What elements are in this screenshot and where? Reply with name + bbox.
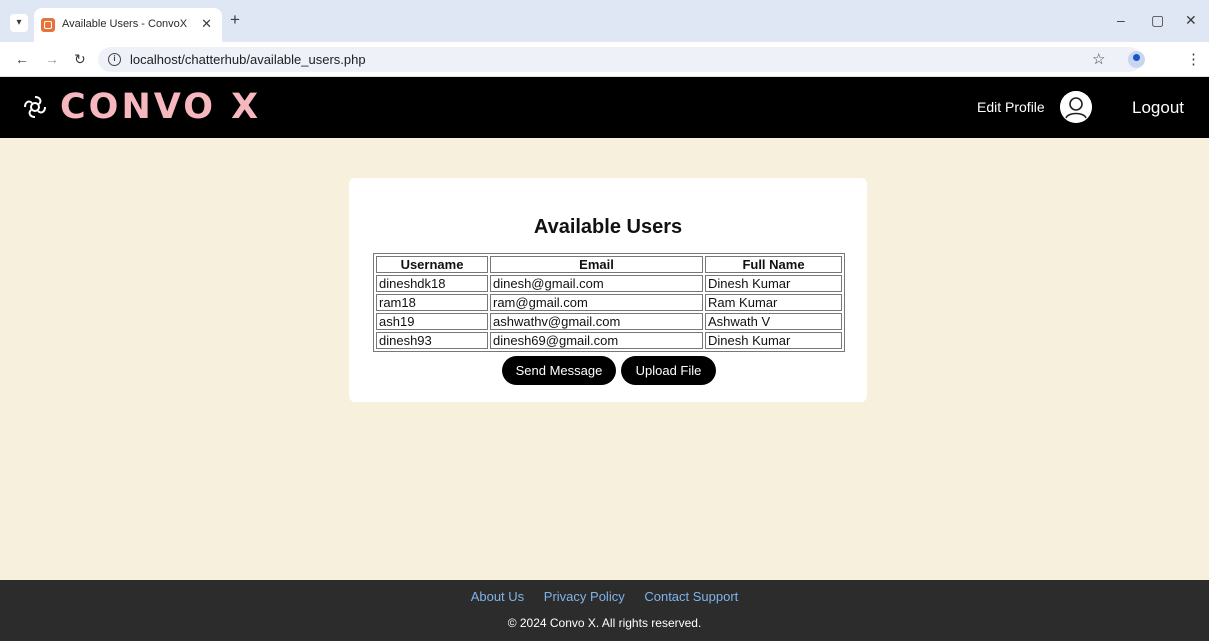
tab-title: Available Users - ConvoX <box>62 18 188 30</box>
logo-icon <box>24 96 46 118</box>
table-row[interactable]: dineshdk18 dinesh@gmail.com Dinesh Kumar <box>376 275 842 292</box>
site-header: CONVO X Edit Profile Logout <box>0 77 1209 138</box>
more-options-icon[interactable]: ⋮ <box>1186 50 1201 68</box>
back-icon[interactable]: ← <box>15 51 29 67</box>
username-cell: dinesh93 <box>376 332 488 349</box>
logout-link[interactable]: Logout <box>1132 98 1184 118</box>
email-cell: ashwathv@gmail.com <box>490 313 703 330</box>
full-name-cell: Dinesh Kumar <box>705 332 842 349</box>
address-bar[interactable]: i localhost/chatterhub/available_users.p… <box>98 47 1142 72</box>
new-tab-icon[interactable]: + <box>230 10 240 30</box>
available-users-card: Available Users Username Email Full Name… <box>349 178 867 402</box>
footer-links: About Us Privacy Policy Contact Support <box>0 589 1209 604</box>
users-table: Username Email Full Name dineshdk18 dine… <box>373 253 845 352</box>
close-window-icon[interactable]: ✕ <box>1185 12 1197 29</box>
email-cell: dinesh@gmail.com <box>490 275 703 292</box>
table-row[interactable]: dinesh93 dinesh69@gmail.com Dinesh Kumar <box>376 332 842 349</box>
bookmark-star-icon[interactable]: ☆ <box>1092 50 1105 68</box>
column-header-email: Email <box>490 256 703 273</box>
send-message-button[interactable]: Send Message <box>502 356 616 385</box>
url-text[interactable]: localhost/chatterhub/available_users.php <box>130 52 366 67</box>
full-name-cell: Ashwath V <box>705 313 842 330</box>
browser-tab-strip: ▾ Available Users - ConvoX ✕ + – ▢ ✕ <box>0 0 1209 42</box>
about-us-link[interactable]: About Us <box>471 589 524 604</box>
full-name-cell: Dinesh Kumar <box>705 275 842 292</box>
favicon-icon <box>41 18 55 32</box>
browser-tab[interactable]: Available Users - ConvoX ✕ <box>34 8 222 42</box>
minimize-icon[interactable]: – <box>1117 12 1125 28</box>
tab-search-icon[interactable]: ▾ <box>10 14 28 32</box>
browser-toolbar: ← → ↻ i localhost/chatterhub/available_u… <box>0 42 1209 77</box>
page-title: Available Users <box>533 216 683 238</box>
edit-profile-link[interactable]: Edit Profile <box>977 99 1045 115</box>
privacy-policy-link[interactable]: Privacy Policy <box>544 589 625 604</box>
reload-icon[interactable]: ↻ <box>74 51 86 68</box>
column-header-full-name: Full Name <box>705 256 842 273</box>
forward-icon[interactable]: → <box>45 51 59 67</box>
upload-file-button[interactable]: Upload File <box>621 356 716 385</box>
column-header-username: Username <box>376 256 488 273</box>
copyright-text: © 2024 Convo X. All rights reserved. <box>507 616 702 630</box>
table-row[interactable]: ram18 ram@gmail.com Ram Kumar <box>376 294 842 311</box>
full-name-cell: Ram Kumar <box>705 294 842 311</box>
site-footer: About Us Privacy Policy Contact Support … <box>0 580 1209 641</box>
table-header-row: Username Email Full Name <box>376 256 842 273</box>
email-cell: dinesh69@gmail.com <box>490 332 703 349</box>
site-info-icon[interactable]: i <box>108 53 121 66</box>
avatar-icon[interactable] <box>1060 91 1092 123</box>
username-cell: ash19 <box>376 313 488 330</box>
username-cell: dineshdk18 <box>376 275 488 292</box>
username-cell: ram18 <box>376 294 488 311</box>
table-row[interactable]: ash19 ashwathv@gmail.com Ashwath V <box>376 313 842 330</box>
contact-support-link[interactable]: Contact Support <box>644 589 738 604</box>
email-cell: ram@gmail.com <box>490 294 703 311</box>
close-tab-icon[interactable]: ✕ <box>201 16 212 32</box>
profile-icon[interactable] <box>1128 51 1145 68</box>
logo-text[interactable]: CONVO X <box>60 87 261 127</box>
restore-icon[interactable]: ▢ <box>1151 12 1164 29</box>
